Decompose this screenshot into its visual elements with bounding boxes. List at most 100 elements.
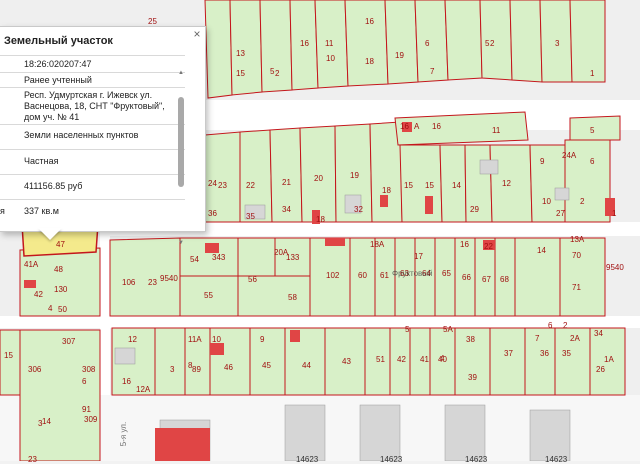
parcel-area: 337 кв.м — [24, 206, 59, 216]
parcel-number-label: 12 — [128, 335, 137, 344]
parcel-number-label: 7 — [430, 67, 435, 76]
parcel-number-label: 3 — [170, 365, 175, 374]
parcel-number-label: 21 — [282, 178, 291, 187]
parcel-number-label: 60 — [358, 271, 367, 280]
parcel-number-label: 2 — [563, 321, 568, 330]
parcel-number-label: 5 — [485, 39, 490, 48]
parcel-number-label: 66 — [462, 273, 471, 282]
parcel-number-label: 18 — [365, 57, 374, 66]
parcel-number-label: 15 — [236, 69, 245, 78]
scroll-down-icon[interactable]: ▼ — [177, 239, 185, 247]
parcel-number-label: 106 — [122, 278, 136, 287]
parcel-number-label: 14 — [452, 181, 461, 190]
parcel-number-label: 32 — [354, 205, 363, 214]
parcel-number-label: 12 — [502, 179, 511, 188]
parcel-number-label: 70 — [572, 251, 581, 260]
street-label: 5-я ул. — [119, 421, 129, 447]
parcel-number-label: 309 — [84, 415, 98, 424]
popup-row-status: Ранее учтенный — [0, 72, 185, 87]
parcel-number-label: 38 — [466, 335, 475, 344]
parcel-number-label: 22 — [246, 181, 255, 190]
parcel-number-label: 16 — [432, 122, 441, 131]
parcel-number-label: 20 — [314, 174, 323, 183]
parcel-number-label: 10 — [212, 335, 221, 344]
scroll-thumb[interactable] — [178, 97, 184, 187]
parcel-number-label: 15 — [4, 351, 13, 360]
parcel-number-label: 5 — [590, 126, 595, 135]
popup-row-cadastral-value: 411156.85 руб — [0, 174, 185, 199]
popup-row-cadastral-number: 18:26:020207:47 — [0, 55, 185, 72]
parcel-number-label: 17 — [414, 252, 423, 261]
parcel-number-label: 5A — [443, 325, 453, 334]
parcel-number-label: 50 — [58, 305, 67, 314]
parcel-number-label: 68 — [500, 275, 509, 284]
parcel-number-label: 6 — [590, 157, 595, 166]
close-icon[interactable]: × — [190, 27, 204, 41]
parcel-number-label: 3 — [555, 39, 560, 48]
parcel-number-label: 343 — [212, 253, 226, 262]
parcel-number-label: A — [414, 122, 420, 131]
parcel-number-label: 42 — [34, 290, 43, 299]
parcel-number-label: 23 — [148, 278, 157, 287]
parcel-number-label: 20A — [274, 248, 289, 257]
ownership-form: Частная — [24, 156, 59, 166]
parcel-number-label: 47 — [56, 240, 65, 249]
parcel-number-label: 35 — [562, 349, 571, 358]
popup-scrollbar[interactable]: ▲ ▼ — [177, 69, 185, 249]
parcel-number-label: 11 — [492, 126, 501, 135]
parcel-number-label: 44 — [302, 361, 311, 370]
parcel-number-label: 2 — [275, 69, 280, 78]
parcel-number-label: 34 — [594, 329, 603, 338]
parcel-number-label: 40 — [438, 355, 447, 364]
parcel-number-label: 10 — [542, 197, 551, 206]
popup-pointer — [38, 228, 62, 240]
parcel-number-label: 13 — [236, 49, 245, 58]
parcel-number-label: 9 — [540, 157, 545, 166]
parcel-number-label: 42 — [397, 355, 406, 364]
parcel-number-label: 16 — [400, 122, 409, 131]
parcel-number-label: 9 — [260, 335, 265, 344]
parcel-number-label: 14623 — [296, 455, 319, 464]
parcel-number-label: 91 — [82, 405, 91, 414]
parcel-number-label: 18 — [316, 215, 325, 224]
parcel-number-label: 89 — [192, 365, 201, 374]
parcel-number-label: 306 — [28, 365, 42, 374]
parcel-number-label: 29 — [470, 205, 479, 214]
parcel-number-label: 58 — [288, 293, 297, 302]
parcel-number-label: 55 — [204, 291, 213, 300]
popup-row-category: Земли населенных пунктов — [0, 124, 185, 149]
parcel-number-label: 35 — [246, 212, 255, 221]
parcel-number-label: 71 — [572, 283, 581, 292]
parcel-number-label: 308 — [82, 365, 96, 374]
parcel-number-label: 1A — [604, 355, 614, 364]
parcel-number-label: 2A — [570, 334, 580, 343]
parcel-number-label: 16 — [300, 39, 309, 48]
parcel-number-label: 16 — [460, 240, 469, 249]
parcel-number-label: 9540 — [160, 274, 178, 283]
street-label: Фруктовый — [392, 269, 433, 278]
parcel-number-label: 61 — [380, 271, 389, 280]
parcel-number-label: 19 — [395, 51, 404, 60]
parcel-number-label: 11A — [188, 335, 202, 344]
parcel-number-label: 16 — [365, 17, 374, 26]
parcel-number-label: 24A — [562, 151, 577, 160]
popup-row-ownership: Частная — [0, 149, 185, 174]
parcel-number-label: 5 — [270, 67, 275, 76]
parcel-number-label: 15 — [404, 181, 413, 190]
popup-row-address: Респ. Удмуртская г. Ижевск ул. Васнецова… — [0, 87, 185, 124]
parcel-number-label: 67 — [482, 275, 491, 284]
parcel-number-label: 45 — [262, 361, 271, 370]
parcel-number-label: 102 — [326, 271, 340, 280]
parcel-number-label: 51 — [376, 355, 385, 364]
scroll-up-icon[interactable]: ▲ — [177, 69, 185, 77]
parcel-number-label: 48 — [54, 265, 63, 274]
parcel-number-label: 9540 — [606, 263, 624, 272]
row-key: я — [0, 206, 5, 216]
parcel-number-label: 22 — [484, 242, 493, 251]
parcel-number-label: 10 — [326, 54, 335, 63]
parcel-number-label: 19 — [350, 171, 359, 180]
parcel-number-label: 1 — [612, 209, 617, 218]
parcel-number-label: 34 — [282, 205, 291, 214]
parcel-number-label: 36 — [540, 349, 549, 358]
parcel-number-label: 18A — [370, 240, 385, 249]
